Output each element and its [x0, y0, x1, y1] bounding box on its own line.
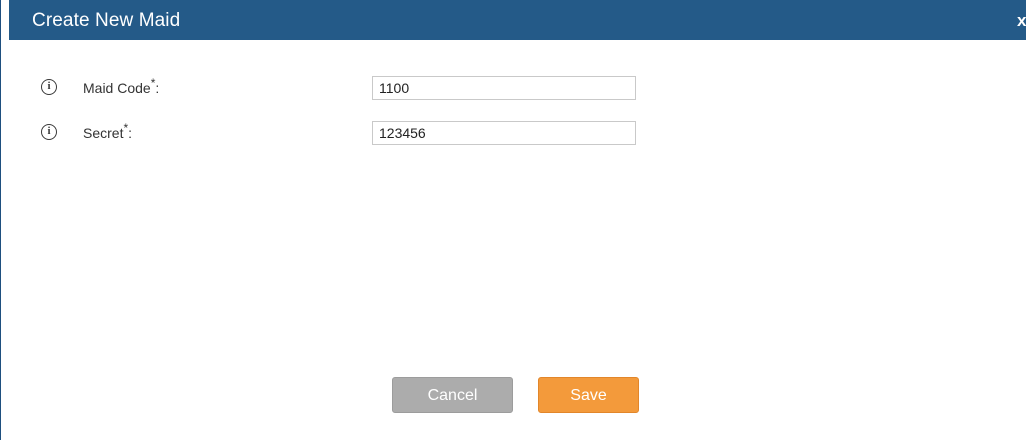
maid-code-row: i Maid Code*: [41, 76, 641, 100]
close-icon[interactable]: x [1017, 11, 1026, 31]
secret-label: Secret*: [83, 121, 133, 141]
required-mark: * [150, 76, 156, 90]
cancel-button[interactable]: Cancel [392, 377, 513, 413]
info-icon[interactable]: i [41, 79, 57, 95]
save-button[interactable]: Save [538, 377, 639, 413]
required-mark: * [123, 121, 129, 135]
create-maid-dialog: Create New Maid x i Maid Code*: i Secret… [0, 0, 1026, 440]
maid-code-input[interactable] [372, 76, 636, 100]
dialog-titlebar: Create New Maid x [9, 0, 1026, 40]
secret-input[interactable] [372, 121, 636, 145]
info-icon[interactable]: i [41, 124, 57, 140]
secret-row: i Secret*: [41, 121, 641, 145]
maid-code-label: Maid Code*: [83, 76, 160, 96]
dialog-title: Create New Maid [32, 10, 181, 31]
